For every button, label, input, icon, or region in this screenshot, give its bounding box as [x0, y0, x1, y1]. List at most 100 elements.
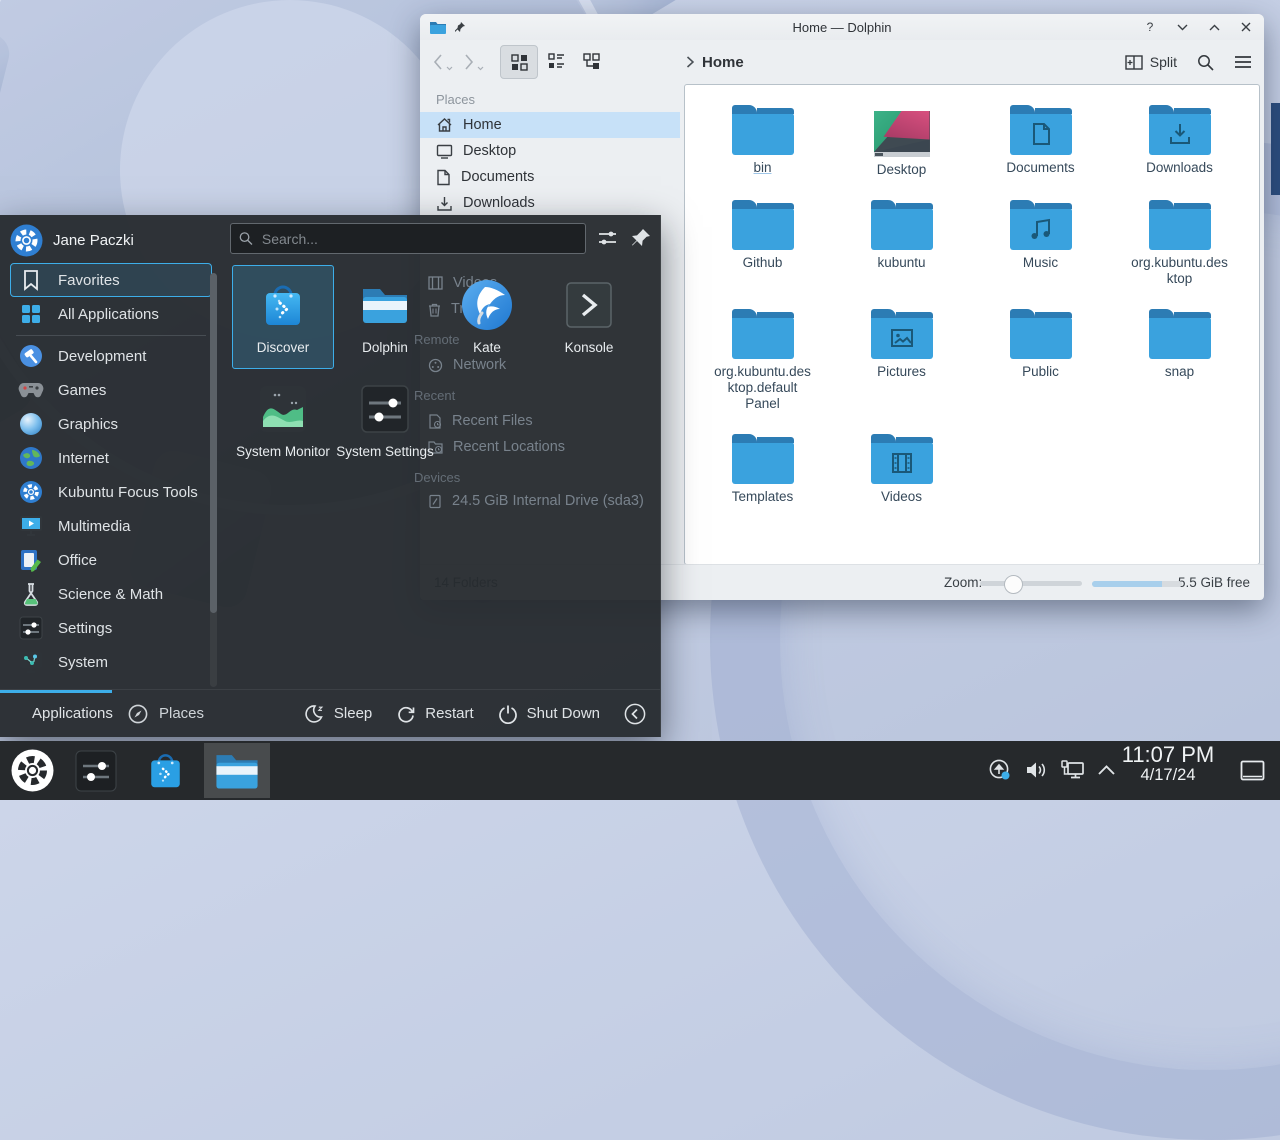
forward-button[interactable] [463, 53, 484, 71]
icons-view-button[interactable] [500, 45, 538, 79]
tab-label: Places [159, 705, 204, 722]
favorite-discover[interactable]: Discover [232, 265, 334, 369]
zoom-slider-handle[interactable] [1004, 575, 1023, 594]
tab-places[interactable]: Places [128, 690, 204, 737]
file-documents[interactable]: Documents [976, 99, 1106, 178]
search-button[interactable] [1197, 54, 1214, 71]
category-office[interactable]: Office [10, 543, 212, 577]
favorite-dolphin[interactable]: Dolphin [334, 265, 436, 369]
taskbar-discover[interactable] [142, 747, 189, 794]
file-downloads[interactable]: Downloads [1115, 99, 1245, 178]
category-development[interactable]: Development [10, 339, 212, 373]
category-graphics[interactable]: Graphics [10, 407, 212, 441]
taskbar-dolphin[interactable] [213, 748, 261, 793]
sleep-button[interactable]: Sleep [304, 704, 372, 724]
folder-icon [732, 442, 794, 484]
breadcrumb-home[interactable]: Home [702, 54, 744, 71]
show-desktop-button[interactable] [1240, 760, 1265, 781]
help-button[interactable]: ? [1142, 19, 1158, 35]
favorite-system-monitor[interactable]: System Monitor [232, 369, 334, 473]
compass-icon [128, 704, 148, 724]
shutdown-icon [498, 704, 518, 724]
details-view-button[interactable] [538, 45, 574, 77]
restart-button[interactable]: Restart [396, 704, 473, 724]
tree-view-button[interactable] [574, 45, 610, 77]
category-games[interactable]: Games [10, 373, 212, 407]
breadcrumb[interactable]: Home [686, 54, 744, 71]
place-home[interactable]: Home [420, 112, 680, 138]
favorite-system-settings[interactable]: System Settings [334, 369, 436, 473]
categories-scrollbar[interactable] [210, 273, 217, 687]
dolphin-app-icon [430, 21, 446, 34]
file-videos[interactable]: Videos [837, 428, 967, 505]
leave-options-button[interactable] [624, 703, 646, 725]
category-multimedia[interactable]: Multimedia [10, 509, 212, 543]
network-tray-icon[interactable] [1060, 759, 1085, 781]
favorite-kate[interactable]: Kate [436, 265, 538, 369]
taskbar-system-settings[interactable] [74, 749, 118, 793]
file-templates[interactable]: Templates [698, 428, 828, 505]
category-favorites[interactable]: Favorites [10, 263, 212, 297]
user-avatar[interactable] [10, 224, 43, 257]
favorite-label: System Settings [336, 444, 434, 459]
category-label: Favorites [58, 272, 120, 289]
file-kubuntu[interactable]: kubuntu [837, 194, 967, 287]
file-snap[interactable]: snap [1115, 303, 1245, 412]
home-icon [436, 117, 453, 133]
file-desktop[interactable]: Desktop [837, 99, 967, 178]
tab-applications[interactable]: Applications [0, 690, 112, 737]
place-documents[interactable]: Documents [420, 164, 680, 190]
pin-icon[interactable] [454, 21, 466, 33]
volume-tray-icon[interactable] [1024, 759, 1048, 781]
file-pictures[interactable]: Pictures [837, 303, 967, 412]
category-science-math[interactable]: Science & Math [10, 577, 212, 611]
favorite-konsole[interactable]: Konsole [538, 265, 640, 369]
taskbar-launcher-button[interactable] [10, 748, 55, 793]
dolphin-file-view[interactable]: bin Desktop Documents Downloads [684, 84, 1260, 565]
zoom-slider[interactable] [980, 581, 1082, 586]
place-desktop[interactable]: Desktop [420, 138, 680, 164]
dolphin-titlebar[interactable]: Home — Dolphin ? [420, 14, 1264, 40]
kubuntu-logo-icon [17, 480, 45, 504]
file-music[interactable]: Music [976, 194, 1106, 287]
split-icon [1125, 55, 1143, 70]
hamburger-menu-button[interactable] [1234, 55, 1252, 69]
category-settings[interactable]: Settings [10, 611, 212, 645]
category-system[interactable]: System [10, 645, 212, 679]
multimedia-icon [17, 515, 45, 537]
file-org-kubuntu-desktop-default-panel[interactable]: org.kubuntu.desktop.default Panel [698, 303, 828, 412]
minimize-button[interactable] [1174, 19, 1190, 35]
back-button[interactable] [432, 53, 453, 71]
file-label: Music [1023, 255, 1058, 271]
pin-button[interactable] [630, 227, 652, 249]
action-label: Shut Down [527, 705, 600, 722]
system-icon [17, 651, 45, 673]
close-button[interactable] [1238, 19, 1254, 35]
category-kubuntu-focus-tools[interactable]: Kubuntu Focus Tools [10, 475, 212, 509]
launcher-search[interactable] [230, 223, 586, 254]
category-all-applications[interactable]: All Applications [10, 297, 212, 331]
category-internet[interactable]: Internet [10, 441, 212, 475]
application-launcher-popup: Videos Trash Remote Network Recent Recen… [0, 215, 661, 737]
file-public[interactable]: Public [976, 303, 1106, 412]
split-button[interactable]: Split [1125, 54, 1177, 70]
folder-music-icon [1010, 208, 1072, 250]
file-label: Public [1022, 364, 1059, 380]
category-label: Internet [58, 450, 109, 467]
filter-button[interactable] [595, 227, 619, 249]
scrollbar-thumb[interactable] [210, 273, 217, 613]
kubuntu-logo-icon [10, 748, 55, 793]
maximize-button[interactable] [1206, 19, 1222, 35]
updates-tray-icon[interactable] [988, 758, 1012, 782]
file-org-kubuntu-desktop[interactable]: org.kubuntu.desktop [1115, 194, 1245, 287]
digital-clock[interactable]: 11:07 PM 4/17/24 [1098, 744, 1238, 784]
category-label: All Applications [58, 306, 159, 323]
folder-pictures-icon [871, 317, 933, 359]
shutdown-button[interactable]: Shut Down [498, 704, 600, 724]
dolphin-toolbar: Home Split [420, 40, 1264, 84]
development-icon [17, 344, 45, 368]
file-github[interactable]: Github [698, 194, 828, 287]
file-bin[interactable]: bin [698, 99, 828, 178]
place-downloads[interactable]: Downloads [420, 190, 680, 216]
search-input[interactable] [260, 230, 577, 248]
